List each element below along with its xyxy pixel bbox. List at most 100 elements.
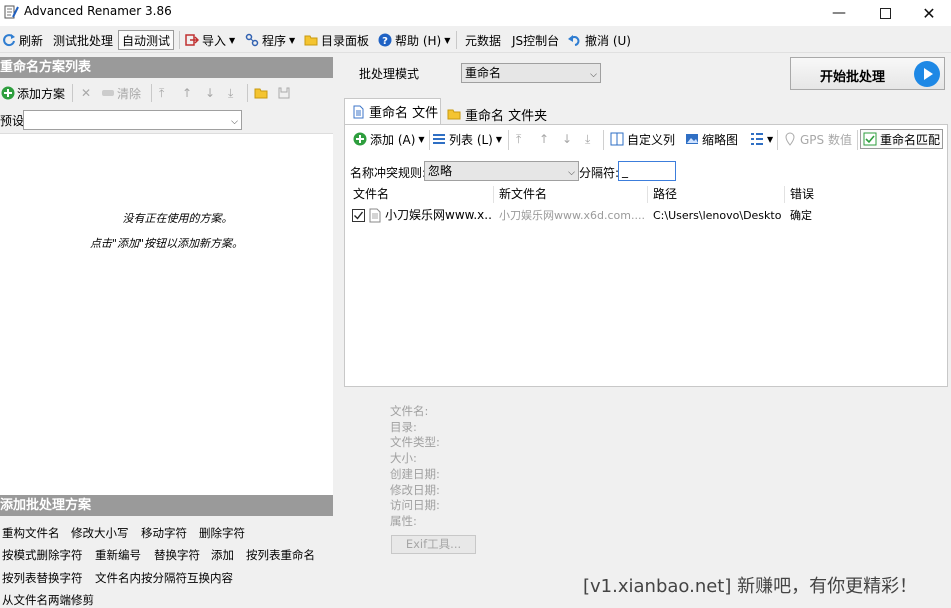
empty-hint: 点击"添加"按钮以添加新方案。 bbox=[89, 237, 244, 250]
batch-method-item[interactable]: 修改大小写 bbox=[71, 525, 129, 541]
chevron-down-icon: ▼ bbox=[418, 134, 425, 144]
rename-match-toggle[interactable]: 重命名匹配 bbox=[860, 129, 944, 149]
batch-method-item[interactable]: 重新编号 bbox=[95, 547, 141, 563]
add-files-button[interactable]: 添加 (A) ▼ bbox=[353, 130, 425, 148]
batch-method-item[interactable]: 替换字符 bbox=[154, 547, 200, 563]
view-list-icon bbox=[751, 133, 763, 145]
toolbar-divider bbox=[247, 84, 248, 102]
eraser-icon bbox=[102, 90, 114, 96]
folder-icon bbox=[254, 88, 268, 99]
batch-method-item[interactable]: 添加 bbox=[211, 547, 234, 563]
save-preset-button[interactable] bbox=[277, 85, 291, 101]
play-icon bbox=[914, 61, 940, 87]
batch-method-item[interactable]: 按列表替换字符 bbox=[2, 570, 83, 586]
column-error[interactable]: 错误 bbox=[790, 186, 814, 203]
method-list: 没有正在使用的方案。 点击"添加"按钮以添加新方案。 bbox=[0, 133, 333, 495]
move-down-button[interactable]: ↓ bbox=[562, 130, 572, 148]
remove-button[interactable]: ✕ bbox=[81, 85, 91, 101]
move-top-button[interactable]: ⤒ bbox=[516, 130, 521, 148]
image-icon bbox=[686, 134, 698, 144]
refresh-icon bbox=[3, 34, 15, 47]
minimize-button[interactable]: — bbox=[816, 0, 862, 26]
test-batch-button[interactable]: 测试批处理 bbox=[53, 30, 113, 50]
methods-toolbar: 添加方案 ✕ 清除 ⤒ ↑ ↓ ⤓ bbox=[0, 81, 333, 105]
toolbar-divider bbox=[179, 31, 180, 49]
thumbnails-button[interactable]: 缩略图 bbox=[685, 130, 738, 148]
cell-path: C:\Users\lenovo\Desktop\ bbox=[653, 209, 781, 222]
move-top-button[interactable]: ⤒ bbox=[159, 85, 164, 101]
move-bottom-button[interactable]: ⤓ bbox=[585, 130, 590, 148]
checkbox-icon bbox=[863, 132, 877, 146]
separator-input[interactable]: _ bbox=[618, 161, 676, 181]
batch-method-item[interactable]: 重构文件名 bbox=[2, 525, 60, 541]
js-console-button[interactable]: JS控制台 bbox=[512, 30, 559, 50]
close-button[interactable]: ✕ bbox=[906, 0, 951, 26]
batch-method-item[interactable]: 删除字符 bbox=[199, 525, 245, 541]
dir-panel-button[interactable]: 目录面板 bbox=[304, 30, 369, 50]
main-toolbar: 刷新 测试批处理 自动测试 导入 ▼ 程序 ▼ 目录面板 ? 帮助 (H) ▼ 元数据… bbox=[0, 26, 951, 53]
column-filename[interactable]: 文件名 bbox=[353, 186, 389, 203]
toolbar-divider bbox=[456, 31, 457, 49]
tab-rename-files[interactable]: 重命名 文件 bbox=[344, 98, 441, 124]
open-preset-button[interactable] bbox=[254, 85, 268, 101]
help-menu[interactable]: ? 帮助 (H) ▼ bbox=[378, 30, 450, 50]
folder-icon bbox=[304, 35, 318, 46]
move-down-button[interactable]: ↓ bbox=[205, 85, 215, 101]
move-bottom-button[interactable]: ⤓ bbox=[228, 85, 233, 101]
maximize-button[interactable] bbox=[862, 0, 908, 26]
save-icon bbox=[278, 87, 290, 99]
row-checkbox[interactable] bbox=[352, 209, 365, 222]
conflict-select[interactable]: 忽略 ⌵ bbox=[424, 161, 579, 181]
gps-button[interactable]: GPS 数值 bbox=[783, 130, 852, 148]
empty-message: 没有正在使用的方案。 bbox=[122, 212, 233, 225]
list-menu[interactable]: 列表 (L) ▼ bbox=[432, 130, 502, 148]
batch-mode-select[interactable]: 重命名 ⌵ bbox=[461, 63, 601, 83]
cell-newname: 小刀娱乐网www.x6d.com.... bbox=[499, 209, 645, 222]
folder-icon bbox=[447, 109, 461, 120]
cell-filename: 小刀娱乐网www.x... bbox=[385, 208, 491, 222]
svg-text:?: ? bbox=[382, 36, 388, 47]
column-newname[interactable]: 新文件名 bbox=[499, 186, 547, 203]
preset-select[interactable]: ⌵ bbox=[23, 110, 242, 130]
info-field-label: 大小: bbox=[390, 451, 417, 466]
window-title: Advanced Renamer 3.86 bbox=[24, 4, 172, 18]
refresh-button[interactable]: 刷新 bbox=[2, 30, 43, 50]
info-field-label: 目录: bbox=[390, 419, 417, 434]
watermark-text: [v1.xianbao.net] 新赚吧，有你更精彩！ bbox=[583, 576, 918, 597]
move-up-button[interactable]: ↑ bbox=[182, 85, 192, 101]
start-batch-button[interactable]: 开始批处理 bbox=[790, 57, 945, 90]
auto-test-toggle[interactable]: 自动测试 bbox=[118, 30, 175, 50]
batch-method-item[interactable]: 移动字符 bbox=[141, 525, 187, 541]
column-divider bbox=[784, 186, 785, 203]
arrow-down-icon: ↓ bbox=[562, 132, 573, 146]
batch-method-item[interactable]: 按模式删除字符 bbox=[2, 547, 83, 563]
metadata-button[interactable]: 元数据 bbox=[465, 30, 501, 50]
view-menu[interactable]: ▼ bbox=[750, 130, 773, 148]
info-field-label: 文件名: bbox=[390, 404, 429, 418]
toolbar-divider bbox=[508, 130, 509, 150]
toolbar-divider bbox=[72, 84, 73, 102]
batch-method-item[interactable]: 文件名内按分隔符互换内容 bbox=[95, 570, 233, 586]
toolbar-divider bbox=[603, 130, 604, 150]
batch-method-item[interactable]: 按列表重命名 bbox=[246, 547, 315, 563]
custom-columns-button[interactable]: 自定义列 bbox=[610, 130, 675, 148]
add-method-button[interactable]: 添加方案 bbox=[1, 85, 65, 101]
move-bottom-icon: ⤓ bbox=[585, 131, 591, 146]
file-icon bbox=[369, 208, 381, 223]
program-icon bbox=[245, 33, 259, 47]
file-icon bbox=[353, 105, 364, 118]
minimize-icon: — bbox=[832, 5, 846, 21]
exif-tool-button[interactable]: Exif工具... bbox=[391, 535, 476, 554]
help-icon: ? bbox=[378, 33, 392, 47]
chevron-down-icon: ▼ bbox=[444, 35, 451, 45]
undo-button[interactable]: 撤消 (U) bbox=[568, 30, 631, 50]
move-up-button[interactable]: ↑ bbox=[539, 130, 549, 148]
import-menu[interactable]: 导入 ▼ bbox=[185, 30, 235, 50]
app-logo-icon bbox=[4, 5, 19, 19]
remove-icon: ✕ bbox=[81, 86, 92, 100]
chevron-down-icon: ⌵ bbox=[231, 117, 238, 127]
column-path[interactable]: 路径 bbox=[653, 186, 677, 203]
arrow-up-icon: ↑ bbox=[182, 86, 193, 100]
program-menu[interactable]: 程序 ▼ bbox=[245, 30, 295, 50]
clear-button[interactable]: 清除 bbox=[101, 85, 141, 101]
